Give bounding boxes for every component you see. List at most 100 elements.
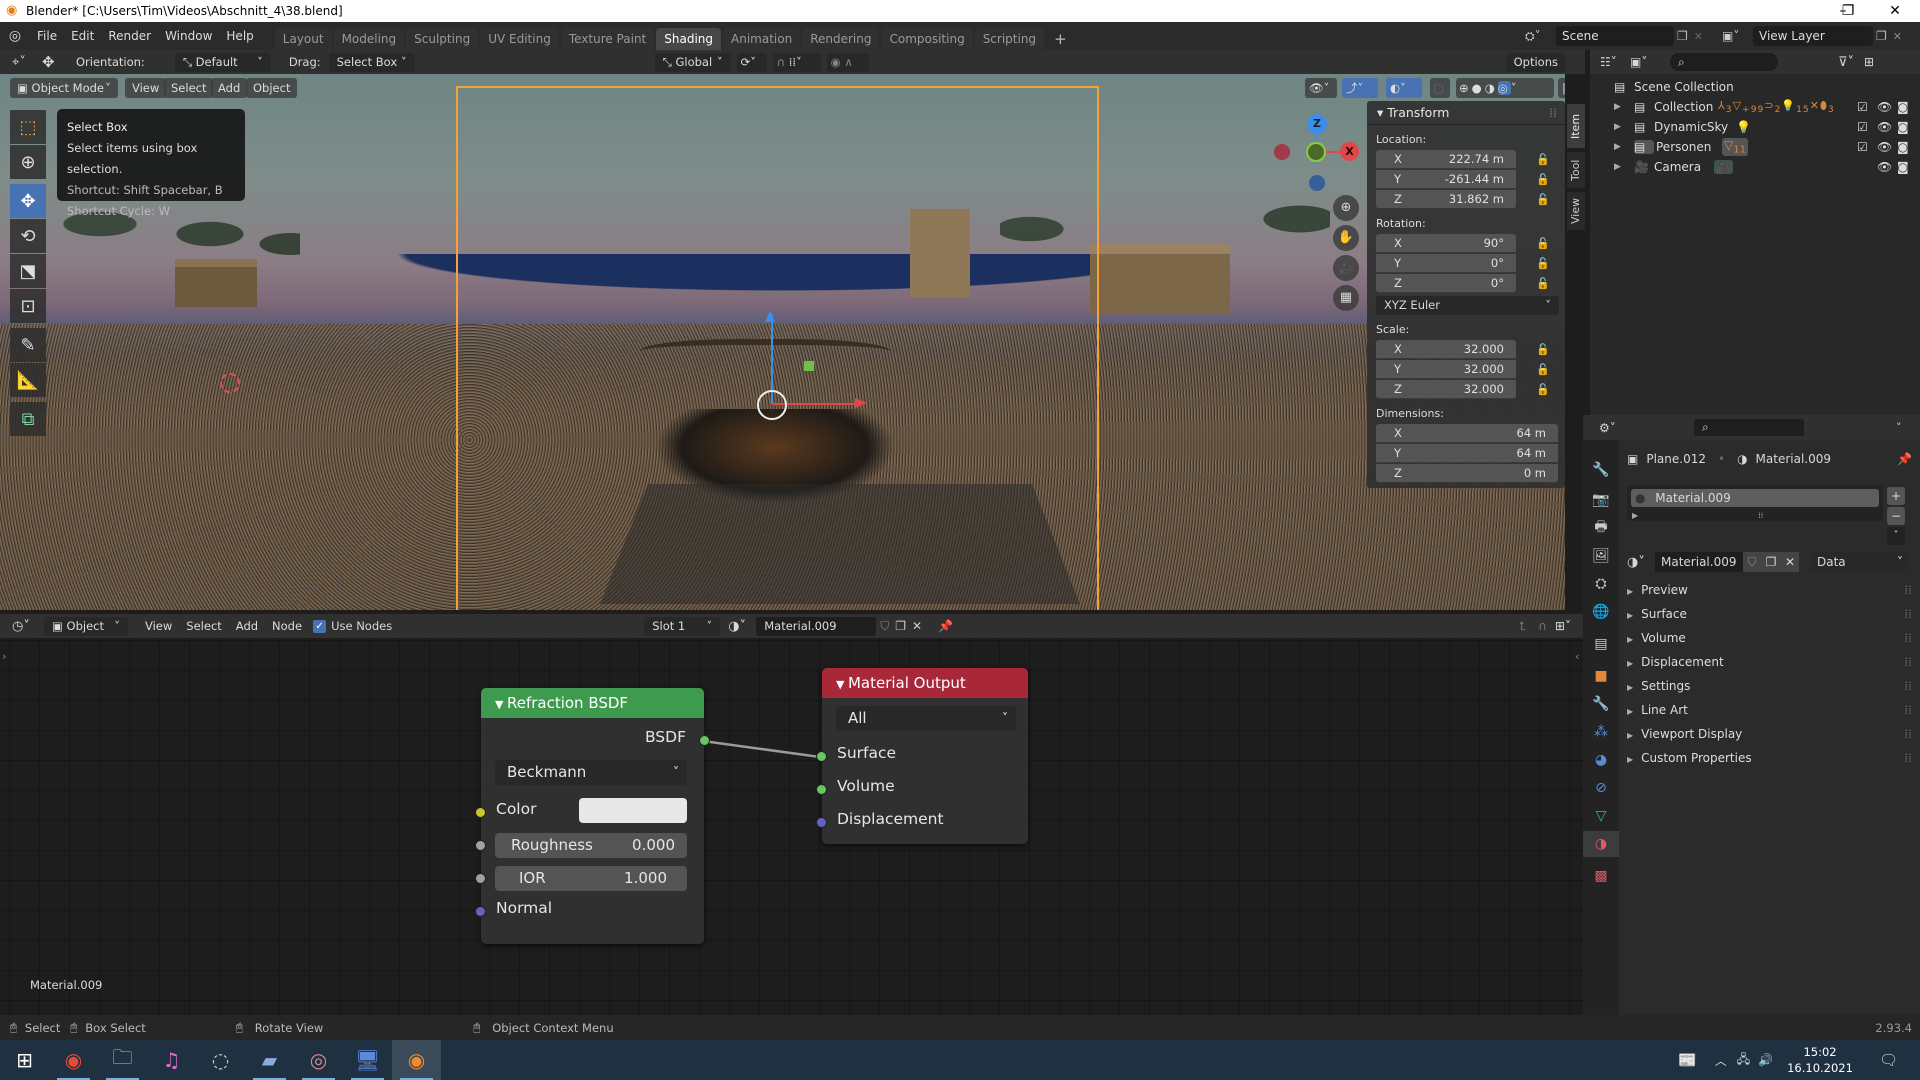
sidebar-tab-tool[interactable]: Tool [1567, 152, 1585, 188]
scale-x-field[interactable]: X 32.000 [1376, 339, 1516, 359]
eye-icon[interactable]: 👁 [1877, 160, 1892, 174]
obs-icon[interactable]: ◌ [196, 1040, 245, 1080]
drag-handle-icon[interactable]: ⁞⁞ [1904, 650, 1912, 674]
surface-input-socket[interactable] [816, 751, 827, 762]
material-tab-icon[interactable]: ◑ [1583, 831, 1619, 857]
node-menu-select[interactable]: Select [179, 612, 228, 640]
particles-tab-icon[interactable]: ⁂ [1583, 719, 1619, 745]
add-material-slot-button[interactable]: + [1887, 487, 1905, 505]
outliner-row-dynamicsky[interactable]: ▶ ▤ DynamicSky 💡 ☑ 👁 ◙ [1590, 117, 1920, 137]
tab-sculpting[interactable]: Sculpting [406, 28, 479, 50]
viewport-menu-view[interactable]: View [125, 78, 167, 98]
volume-input-socket[interactable] [816, 784, 827, 795]
rotation-y-field[interactable]: Y 0° [1376, 253, 1516, 273]
render-tab-icon[interactable]: 📷 [1583, 487, 1619, 513]
object-data-tab-icon[interactable]: ▽ [1583, 803, 1619, 829]
properties-editor-type-icon[interactable]: ⚙˅ [1599, 421, 1629, 435]
node-menu-view[interactable]: View [138, 612, 179, 640]
ior-input-socket[interactable] [475, 873, 486, 884]
pin-icon[interactable]: 📌 [1897, 452, 1912, 466]
display-mode-icon[interactable]: ▣˅ [1630, 55, 1660, 69]
view-layer-field[interactable]: View Layer [1753, 26, 1873, 46]
scale-tool[interactable]: ⬔ [10, 254, 46, 288]
material-link-dropdown[interactable]: Data ˅ [1811, 552, 1907, 572]
output-target-dropdown[interactable]: All ˅ [836, 706, 1016, 731]
section-custom-properties[interactable]: ▶ Custom Properties ⁞⁞ [1627, 746, 1912, 770]
modifier-tab-icon[interactable]: 🔧 [1583, 691, 1619, 717]
notifications-icon[interactable]: 🗨 [1879, 1051, 1898, 1069]
nav-gizmo-z[interactable]: Z [1307, 114, 1327, 134]
expand-arrow-icon[interactable]: ▶ [1614, 142, 1634, 152]
properties-search-input[interactable]: ⌕ [1694, 419, 1804, 436]
zoom-view-icon[interactable]: ⊕ [1333, 195, 1359, 221]
dimensions-y-field[interactable]: Y 64 m [1376, 443, 1558, 463]
parent-node-tree-icon[interactable]: ⮤ [1519, 619, 1526, 634]
unlock-icon[interactable]: 🔓 [1536, 173, 1550, 186]
collapse-triangle-icon[interactable]: ▼ [836, 678, 848, 691]
camera-data-icon[interactable]: 🎥 [1714, 160, 1733, 174]
windows-start-icon[interactable]: ⊞ [0, 1040, 49, 1080]
pause-render-button[interactable]: ‖ [1558, 78, 1565, 98]
drag-handle-icon[interactable]: ⁞⁞ [1904, 602, 1912, 626]
unlink-material-icon[interactable]: ✕ [1781, 552, 1799, 572]
section-line-art[interactable]: ▶ Line Art ⁞⁞ [1627, 698, 1912, 722]
shading-mode-buttons[interactable]: ⊕●◑◎˅ [1456, 78, 1554, 98]
use-nodes-checkbox[interactable]: ✓ [313, 619, 327, 633]
eye-icon[interactable]: 👁 [1877, 140, 1892, 154]
unlock-icon[interactable]: 🔓 [1536, 277, 1550, 290]
add-cube-tool[interactable]: ⧉ [10, 402, 46, 436]
pin-icon[interactable]: 📌 [938, 619, 953, 633]
clock[interactable]: 15:02 16.10.2021 [1787, 1044, 1853, 1076]
media-player-icon[interactable]: ◎ [294, 1040, 343, 1080]
sidebar-tab-view[interactable]: View [1567, 192, 1585, 230]
material-specials-button[interactable]: ˅ [1887, 527, 1905, 545]
outliner-row-collection[interactable]: ▶ ▤ Collection ⅄3▽+99⊃2💡15✕⬮3 ☑ 👁 ◙ [1590, 97, 1920, 117]
maximize-button[interactable]: ❐ [1825, 0, 1871, 22]
toolbar-expand-arrow-icon[interactable]: › [2, 650, 6, 663]
tab-animation[interactable]: Animation [723, 28, 801, 50]
tool-tab-icon[interactable]: 🔧 [1583, 457, 1619, 483]
bsdf-output-socket[interactable] [699, 735, 710, 746]
section-volume[interactable]: ▶ Volume ⁞⁞ [1627, 626, 1912, 650]
network-icon[interactable]: 🖧 [1737, 1050, 1750, 1071]
menu-file[interactable]: File [30, 22, 64, 50]
tab-rendering[interactable]: Rendering [802, 28, 880, 50]
remote-desktop-icon[interactable]: 🖥 [343, 1040, 392, 1080]
close-button[interactable]: ✕ [1872, 0, 1918, 22]
scene-name-field[interactable]: Scene [1556, 26, 1674, 46]
annotate-tool[interactable]: ✎ [10, 328, 46, 362]
tab-compositing[interactable]: Compositing [881, 28, 973, 50]
unlink-material-icon[interactable]: ✕ [912, 619, 922, 633]
transform-panel-header[interactable]: ▾ Transform ⁞⁞ [1367, 101, 1565, 125]
refraction-node-header[interactable]: ▼ Refraction BSDF [481, 688, 704, 718]
dimensions-z-field[interactable]: Z 0 m [1376, 463, 1558, 483]
texture-tab-icon[interactable]: ▩ [1583, 863, 1619, 889]
list-expand-arrow-icon[interactable]: ▶ ⁞⁞ [1632, 511, 1883, 521]
filter-icon[interactable]: ⊽˅ [1838, 55, 1854, 70]
file-explorer-icon[interactable]: 🗀 [98, 1040, 147, 1080]
tab-layout[interactable]: Layout [274, 28, 332, 50]
camera-render-icon[interactable]: ◙ [1897, 120, 1909, 134]
dimensions-x-field[interactable]: X 64 m [1376, 423, 1558, 443]
nav-gizmo-y[interactable] [1306, 142, 1326, 162]
node-menu-node[interactable]: Node [265, 612, 309, 640]
news-widget-icon[interactable]: 📰 [1678, 1051, 1697, 1069]
unlock-icon[interactable]: 🔓 [1536, 257, 1550, 270]
gizmo-z-arrow-icon[interactable] [765, 310, 775, 322]
expand-arrow-icon[interactable]: ▶ [1614, 102, 1634, 112]
blender-menu-icon[interactable]: ◎ [0, 28, 30, 44]
outliner-row-scene-collection[interactable]: ▤ Scene Collection [1590, 77, 1920, 97]
scale-y-field[interactable]: Y 32.000 [1376, 359, 1516, 379]
delete-scene-icon[interactable]: ✕ [1694, 30, 1703, 43]
tab-modeling[interactable]: Modeling [333, 28, 405, 50]
node-editor[interactable]: ▼ Refraction BSDF BSDF Beckmann ˅ Color R… [0, 638, 1583, 1015]
scene-tab-icon[interactable]: ⛭ [1583, 571, 1619, 597]
color-input-socket[interactable] [475, 807, 486, 818]
tab-texture-paint[interactable]: Texture Paint [560, 28, 655, 50]
snap-magnet-icon[interactable]: ∩ [1538, 619, 1547, 633]
gizmo-center-circle[interactable] [757, 390, 787, 420]
refraction-bsdf-node[interactable]: ▼ Refraction BSDF BSDF Beckmann ˅ Color R… [475, 688, 710, 944]
menu-window[interactable]: Window [158, 22, 219, 50]
chrome-icon[interactable]: ◉ [49, 1040, 98, 1080]
fake-user-shield-icon[interactable]: ⛉ [880, 619, 889, 634]
